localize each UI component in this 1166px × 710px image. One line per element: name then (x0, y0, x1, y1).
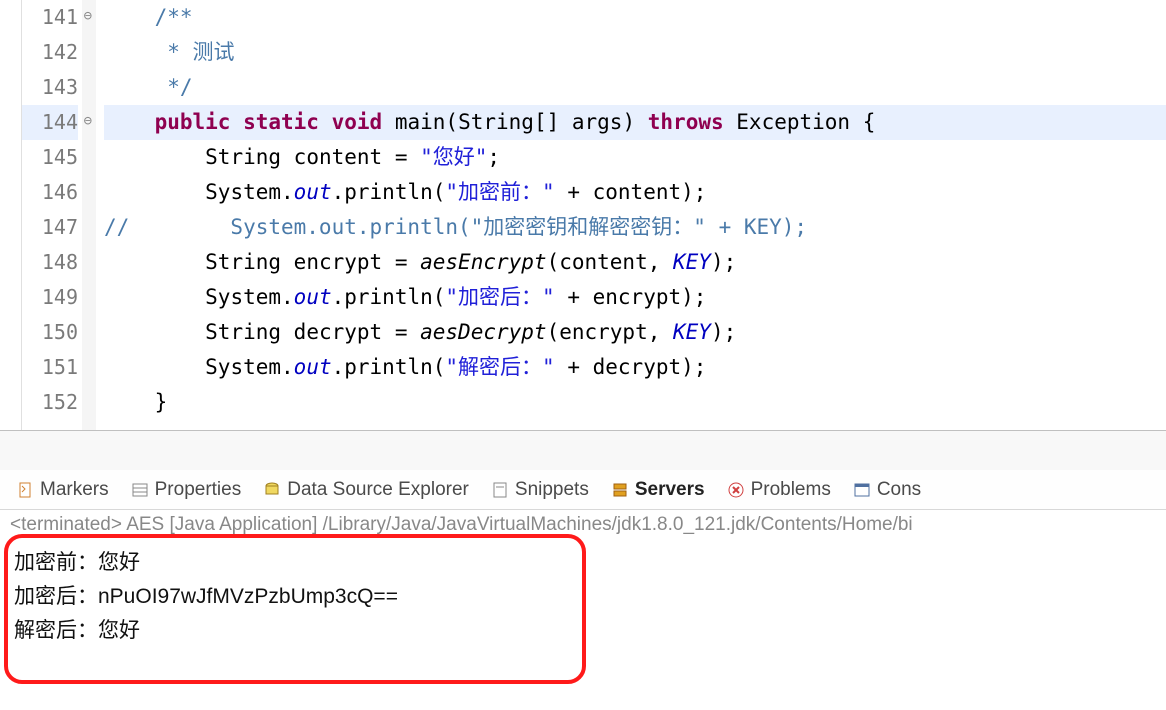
dse-icon (263, 481, 281, 499)
line-number: 146 (22, 175, 78, 210)
snippets-icon (491, 481, 509, 499)
console-icon (853, 481, 871, 499)
console-line: 解密后：您好 (14, 614, 1152, 648)
code-line[interactable]: System.out.println("解密后：" + decrypt); (104, 350, 1166, 385)
code-line-current[interactable]: public static void main(String[] args) t… (104, 105, 1166, 140)
line-comment: // System.out.println("加密密钥和解密密钥：" + KEY… (104, 215, 807, 239)
tab-markers[interactable]: Markers (16, 479, 109, 501)
keyword-throws: throws (648, 110, 724, 134)
keyword-void: void (332, 110, 383, 134)
line-number-gutter: 141⊖ 142 143 144⊖ 145 146 147 148 149 15… (22, 0, 82, 430)
field-out: out (294, 180, 332, 204)
line-number: 147 (22, 210, 78, 245)
line-number: 142 (22, 35, 78, 70)
fold-minus-icon[interactable]: ⊖ (80, 115, 92, 127)
static-method-call: aesEncrypt (420, 250, 546, 274)
line-number: 143 (22, 70, 78, 105)
line-number: 144⊖ (22, 105, 78, 140)
tab-console[interactable]: Cons (853, 479, 921, 501)
tab-snippets[interactable]: Snippets (491, 479, 589, 501)
tab-label: Snippets (515, 479, 589, 501)
line-number: 148 (22, 245, 78, 280)
properties-icon (131, 481, 149, 499)
marker-margin (0, 0, 22, 430)
line-number: 151 (22, 350, 78, 385)
line-number: 145 (22, 140, 78, 175)
code-line[interactable]: System.out.println("加密后：" + encrypt); (104, 280, 1166, 315)
string-literal: "解密后：" (445, 355, 554, 379)
field-out: out (294, 285, 332, 309)
markers-icon (16, 481, 34, 499)
console-output[interactable]: 加密前：您好 加密后：nPuOI97wJfMVzPzbUmp3cQ== 解密后：… (0, 540, 1166, 654)
tab-label: Cons (877, 479, 921, 501)
tab-label: Data Source Explorer (287, 479, 469, 501)
tab-label: Markers (40, 479, 109, 501)
line-number: 150 (22, 315, 78, 350)
fold-margin (82, 0, 96, 430)
code-line[interactable]: String decrypt = aesDecrypt(encrypt, KEY… (104, 315, 1166, 350)
constant-key: KEY (673, 320, 711, 344)
console-line: 加密后：nPuOI97wJfMVzPzbUmp3cQ== (14, 580, 1152, 614)
tab-label: Servers (635, 479, 705, 501)
line-number: 141⊖ (22, 0, 78, 35)
code-line[interactable]: // System.out.println("加密密钥和解密密钥：" + KEY… (104, 210, 1166, 245)
keyword-public: public (155, 110, 231, 134)
line-number: 152 (22, 385, 78, 420)
code-content[interactable]: /** * 测试 */ public static void main(Stri… (96, 0, 1166, 430)
javadoc-close: */ (155, 75, 193, 99)
problems-icon (727, 481, 745, 499)
servers-icon (611, 481, 629, 499)
bottom-tabs-bar: Markers Properties Data Source Explorer … (0, 470, 1166, 510)
tab-properties[interactable]: Properties (131, 479, 242, 501)
fold-minus-icon[interactable]: ⊖ (80, 10, 92, 22)
pane-separator[interactable] (0, 430, 1166, 470)
tab-servers[interactable]: Servers (611, 479, 705, 501)
line-number: 149 (22, 280, 78, 315)
tab-label: Problems (751, 479, 831, 501)
tab-label: Properties (155, 479, 242, 501)
keyword-static: static (243, 110, 319, 134)
console-process-header: <terminated> AES [Java Application] /Lib… (0, 510, 1166, 540)
tab-data-source-explorer[interactable]: Data Source Explorer (263, 479, 469, 501)
code-line[interactable]: * 测试 (104, 35, 1166, 70)
tab-problems[interactable]: Problems (727, 479, 831, 501)
static-method-call: aesDecrypt (420, 320, 546, 344)
string-literal: "加密前：" (445, 180, 554, 204)
code-line[interactable]: /** (104, 0, 1166, 35)
string-literal: "加密后：" (445, 285, 554, 309)
code-line[interactable]: String encrypt = aesEncrypt(content, KEY… (104, 245, 1166, 280)
string-literal: "您好" (420, 145, 487, 169)
code-line[interactable]: String content = "您好"; (104, 140, 1166, 175)
javadoc-open: /** (155, 5, 193, 29)
code-line[interactable]: } (104, 385, 1166, 420)
javadoc-body: * 测试 (155, 40, 235, 64)
code-editor[interactable]: 141⊖ 142 143 144⊖ 145 146 147 148 149 15… (0, 0, 1166, 430)
code-line[interactable]: System.out.println("加密前：" + content); (104, 175, 1166, 210)
method-name: main (395, 110, 446, 134)
console-line: 加密前：您好 (14, 546, 1152, 580)
code-line[interactable]: */ (104, 70, 1166, 105)
constant-key: KEY (673, 250, 711, 274)
field-out: out (294, 355, 332, 379)
